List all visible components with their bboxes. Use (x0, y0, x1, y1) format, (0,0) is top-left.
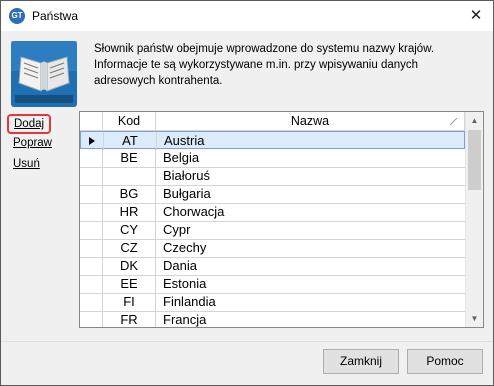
cell-name: Belgia (163, 150, 200, 165)
description-text: Słownik państw obejmuje wprowadzone do s… (94, 43, 435, 87)
row-indicator (80, 275, 103, 293)
cell-code: CZ (103, 239, 156, 257)
delete-link[interactable]: Usuń (13, 158, 40, 170)
table-row[interactable]: FR Francja (80, 311, 465, 327)
edit-link[interactable]: Popraw (13, 137, 52, 149)
row-indicator (80, 221, 103, 239)
cell-code: FR (103, 311, 156, 327)
header-indicator (80, 112, 103, 130)
window-title: Państwa (32, 9, 79, 23)
cell-name: Francja (163, 312, 207, 327)
table-row[interactable]: HR Chorwacja (80, 203, 465, 222)
footer-divider (1, 341, 493, 342)
sort-icon (450, 118, 457, 125)
cell-code: DK (103, 257, 156, 275)
row-indicator (80, 167, 103, 185)
cell-code: BG (103, 185, 156, 203)
cell-name: Austria (164, 133, 205, 148)
cell-name: Bułgaria (163, 186, 211, 201)
table-row[interactable]: CZ Czechy (80, 239, 465, 258)
scroll-down-icon[interactable]: ▼ (466, 310, 483, 327)
column-header-name[interactable]: Nazwa (156, 112, 465, 130)
cell-name: Finlandia (163, 294, 216, 309)
table-row[interactable]: CY Cypr (80, 221, 465, 240)
cell-code (103, 167, 156, 185)
row-indicator (80, 311, 103, 327)
table-row[interactable]: EE Estonia (80, 275, 465, 294)
cell-code: BE (103, 149, 156, 167)
table-row[interactable]: AT Austria (80, 131, 465, 150)
row-indicator (80, 185, 103, 203)
table-row[interactable]: BE Belgia (80, 149, 465, 168)
row-indicator (80, 239, 103, 257)
cell-code: FI (103, 293, 156, 311)
cell-name: Białoruś (163, 168, 210, 183)
cell-name: Chorwacja (163, 204, 225, 219)
row-indicator (80, 149, 103, 167)
table-row[interactable]: DK Dania (80, 257, 465, 276)
row-indicator (81, 132, 104, 150)
add-link[interactable]: Dodaj (7, 114, 52, 134)
grid-header: Kod Nazwa (80, 112, 465, 131)
cell-code: AT (104, 132, 157, 150)
cell-name: Czechy (163, 240, 207, 255)
app-icon: GT (9, 8, 25, 24)
close-icon[interactable]: ✕ (465, 5, 487, 27)
row-indicator (80, 203, 103, 221)
table-row[interactable]: Białoruś (80, 167, 465, 186)
scroll-up-icon[interactable]: ▲ (466, 112, 483, 129)
cell-code: EE (103, 275, 156, 293)
current-row-arrow-icon (89, 137, 95, 145)
table-row[interactable]: BG Bułgaria (80, 185, 465, 204)
scrollbar-thumb[interactable] (468, 130, 481, 190)
cell-code: CY (103, 221, 156, 239)
table-row[interactable]: FI Finlandia (80, 293, 465, 312)
countries-grid[interactable]: Kod Nazwa AT Austria BE Belgia Białoruś BG Buł… (79, 111, 484, 328)
dialog-window: GT Państwa ✕ Słownik państw obejmuje wpr… (0, 0, 494, 386)
close-button[interactable]: Zamknij (323, 349, 399, 374)
help-button[interactable]: Pomoc (407, 349, 483, 374)
title-bar: GT Państwa ✕ (1, 1, 493, 31)
column-header-code[interactable]: Kod (103, 112, 156, 130)
book-icon (11, 41, 77, 107)
cell-name: Estonia (163, 276, 207, 291)
cell-name: Cypr (163, 222, 191, 237)
row-indicator (80, 257, 103, 275)
row-indicator (80, 293, 103, 311)
vertical-scrollbar[interactable]: ▲ ▼ (465, 112, 483, 327)
cell-code: HR (103, 203, 156, 221)
cell-name: Dania (163, 258, 197, 273)
